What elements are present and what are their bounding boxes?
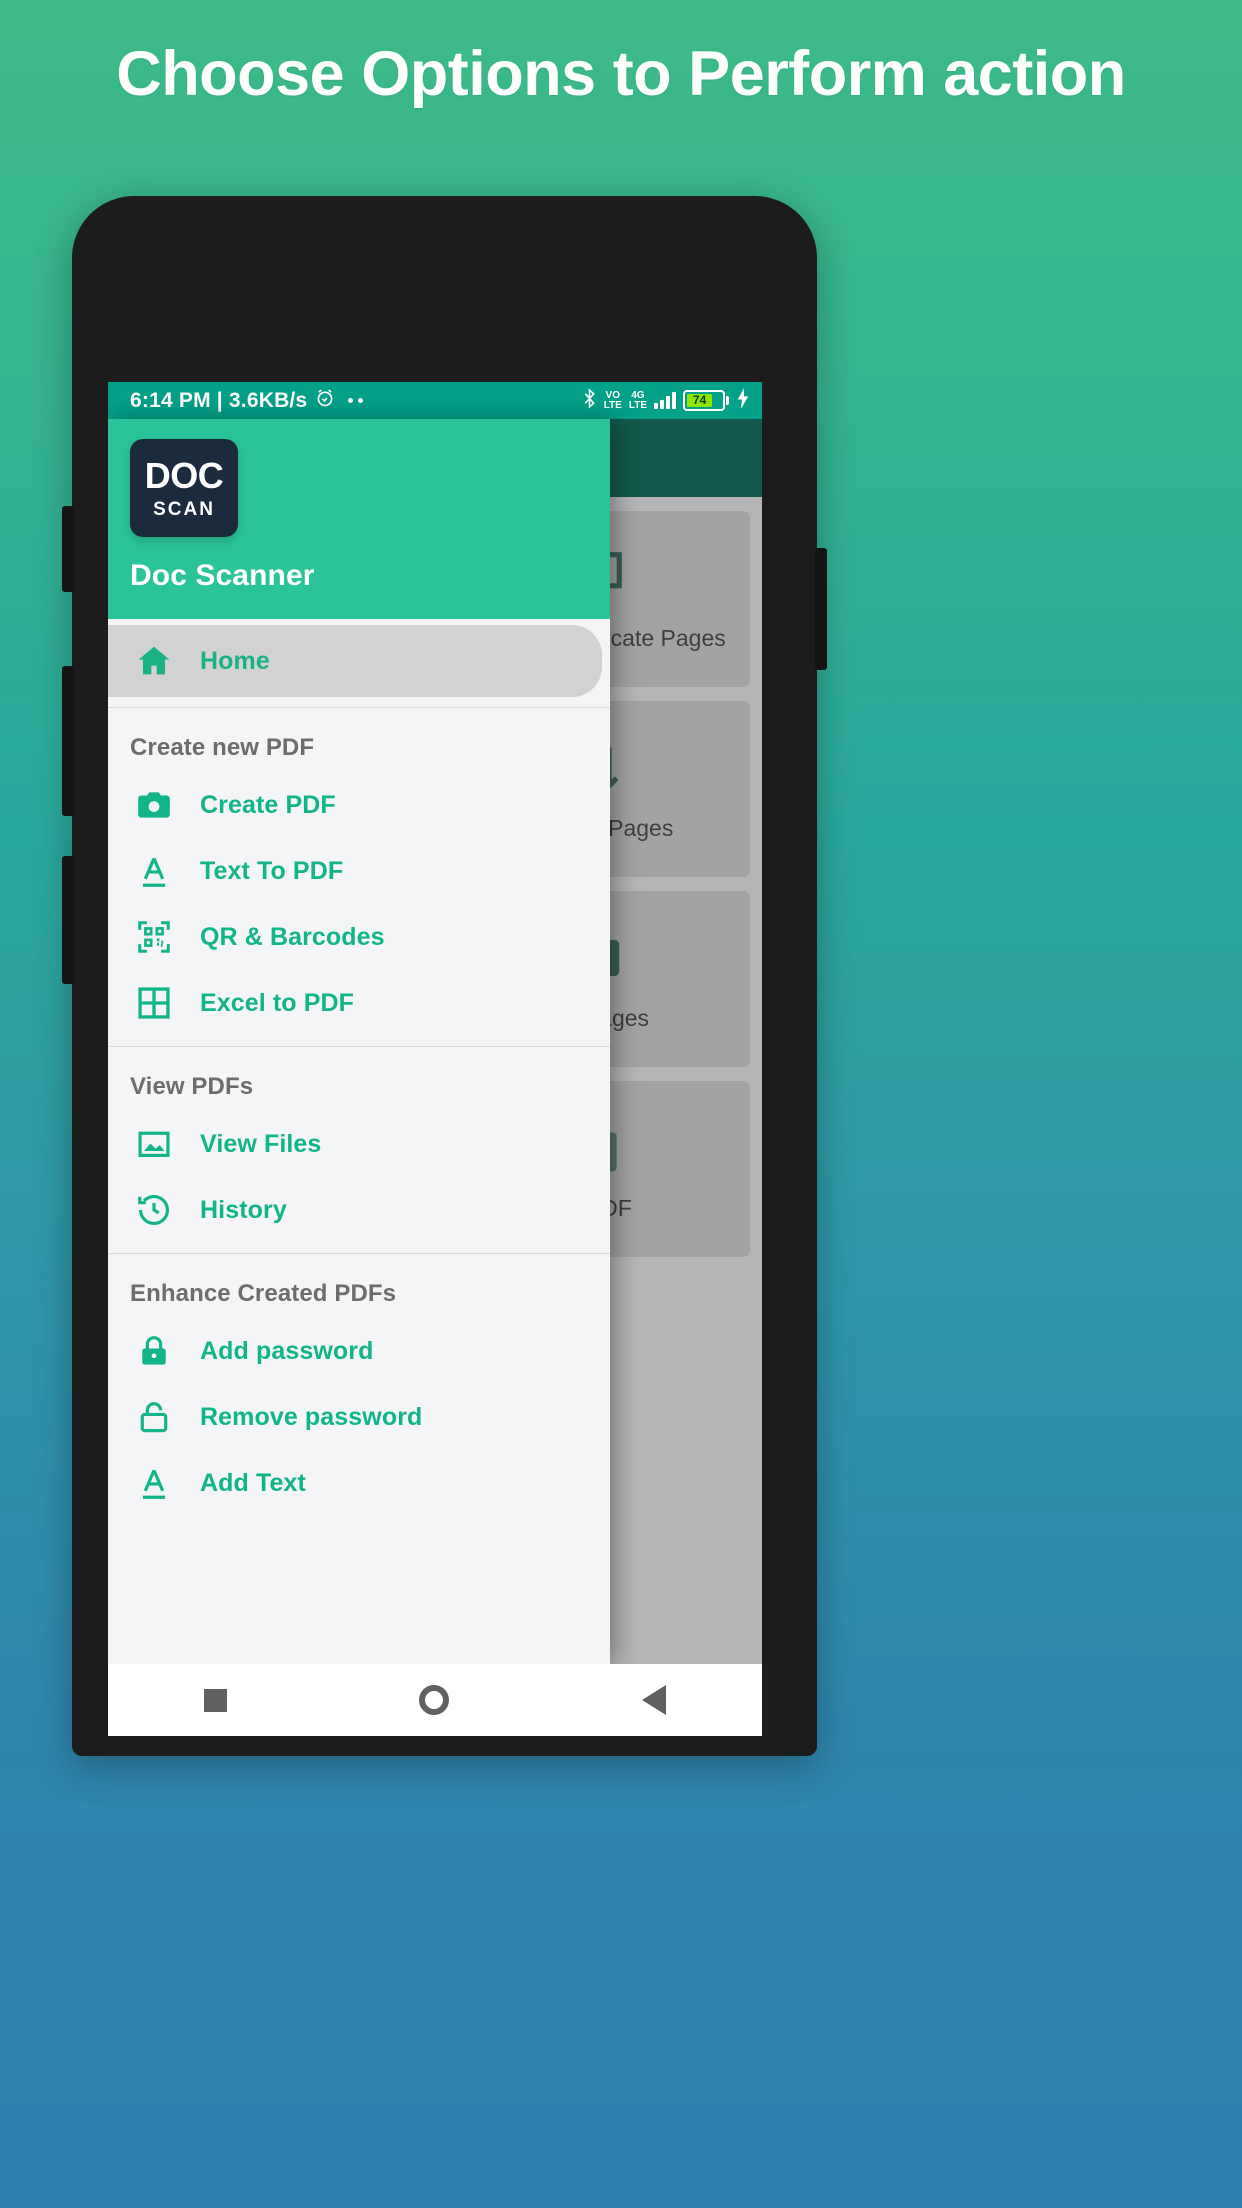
drawer-item-label: Text To PDF: [200, 856, 344, 885]
drawer-item-view-files[interactable]: View Files: [108, 1111, 610, 1177]
drawer-item-label: Add password: [200, 1336, 374, 1365]
phone-screen: 6:14 PM | 3.6KB/s VO LTE 4G LTE 74 Pages…: [108, 382, 762, 1736]
drawer-item-add-password[interactable]: Add password: [108, 1318, 610, 1384]
bluetooth-icon: [582, 387, 597, 414]
drawer-section-title-enhance: Enhance Created PDFs: [130, 1280, 397, 1307]
phone-button-left-middle: [62, 666, 74, 816]
drawer-item-text-to-pdf[interactable]: Text To PDF: [108, 838, 610, 904]
navigation-drawer: DOC SCAN Doc Scanner Home Create new PDF…: [108, 419, 610, 1664]
text-format-icon: [108, 1464, 200, 1502]
status-time-speed: 6:14 PM | 3.6KB/s: [130, 388, 308, 412]
triangle-back-icon[interactable]: [641, 1685, 666, 1715]
home-icon: [108, 641, 200, 681]
drawer-item-remove-password[interactable]: Remove password: [108, 1384, 610, 1450]
drawer-item-label: Add Text: [200, 1468, 306, 1497]
phone-button-left-bottom: [62, 856, 74, 984]
status-bar-right: VO LTE 4G LTE 74: [582, 387, 750, 414]
drawer-item-excel-to-pdf[interactable]: Excel to PDF: [108, 970, 610, 1036]
drawer-menu: Home Create new PDF Create PDF Text To P…: [108, 625, 610, 1516]
square-recents-icon[interactable]: [204, 1688, 228, 1712]
alarm-icon: [314, 387, 336, 414]
image-gallery-icon: [108, 1125, 200, 1163]
drawer-item-label: Remove password: [200, 1402, 423, 1431]
drawer-item-label: View Files: [200, 1129, 322, 1158]
qr-code-icon: [108, 918, 200, 956]
logo-scan-text: SCAN: [153, 498, 215, 520]
battery-icon: 74: [683, 390, 729, 411]
lightning-bolt-icon: [736, 387, 750, 414]
text-format-icon: [108, 852, 200, 890]
drawer-item-label: Excel to PDF: [200, 988, 355, 1017]
history-clock-icon: [108, 1191, 200, 1229]
phone-body: 6:14 PM | 3.6KB/s VO LTE 4G LTE 74 Pages…: [62, 196, 827, 1756]
phone-button-left-top: [62, 506, 74, 592]
circle-home-icon[interactable]: [419, 1685, 450, 1715]
battery-level: 74: [687, 394, 713, 407]
android-nav-bar: [108, 1664, 762, 1736]
lock-closed-icon: [108, 1332, 200, 1370]
phone-mockup: 6:14 PM | 3.6KB/s VO LTE 4G LTE 74 Pages…: [62, 196, 827, 2208]
lock-open-icon: [108, 1398, 200, 1436]
drawer-item-label: Create PDF: [200, 790, 336, 819]
drawer-item-create-pdf[interactable]: Create PDF: [108, 772, 610, 838]
drawer-item-label: History: [200, 1195, 287, 1224]
logo-doc-text: DOC: [144, 454, 224, 496]
network-type-icon: 4G LTE: [628, 389, 647, 411]
volte-icon: VO LTE: [603, 389, 622, 411]
drawer-section-title-create: Create new PDF: [130, 734, 315, 761]
status-more-dots: [348, 398, 364, 403]
drawer-section-title-view: View PDFs: [130, 1073, 254, 1100]
grid-table-icon: [108, 984, 200, 1022]
drawer-item-label: QR & Barcodes: [200, 922, 385, 951]
drawer-item-add-text[interactable]: Add Text: [108, 1450, 610, 1516]
signal-bars-icon: [654, 392, 676, 409]
drawer-item-home[interactable]: Home: [108, 625, 602, 697]
drawer-item-qr-barcodes[interactable]: QR & Barcodes: [108, 904, 610, 970]
drawer-item-label: Home: [200, 646, 270, 675]
app-logo: DOC SCAN: [130, 439, 238, 537]
phone-button-right: [815, 548, 827, 670]
app-name: Doc Scanner: [130, 559, 315, 592]
promo-headline: Choose Options to Perform action: [116, 39, 1126, 109]
status-bar: 6:14 PM | 3.6KB/s VO LTE 4G LTE 74: [108, 382, 762, 419]
drawer-item-history[interactable]: History: [108, 1177, 610, 1243]
status-bar-left: 6:14 PM | 3.6KB/s: [130, 387, 364, 414]
drawer-header: DOC SCAN Doc Scanner: [108, 419, 610, 619]
camera-icon: [108, 786, 200, 824]
